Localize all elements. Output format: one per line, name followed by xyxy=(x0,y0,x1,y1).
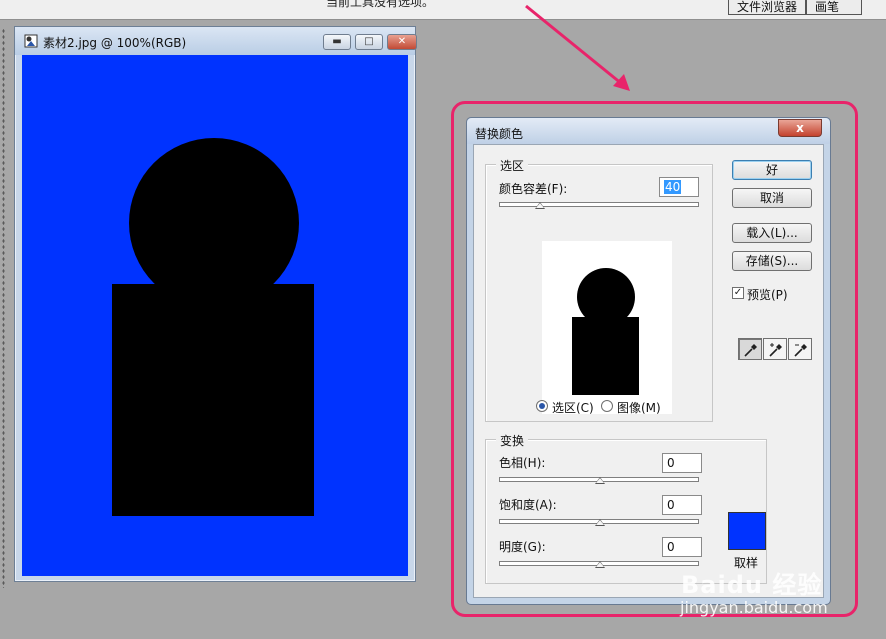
saturation-input[interactable]: 0 xyxy=(662,495,702,515)
fuzziness-input[interactable]: 40 xyxy=(659,177,699,197)
eyedropper-plus-icon[interactable] xyxy=(763,338,787,360)
load-button[interactable]: 载入(L)... xyxy=(732,223,812,243)
options-bar: 当前工具没有选项。 文件浏览器 画笔 xyxy=(0,0,886,20)
lightness-input[interactable]: 0 xyxy=(662,537,702,557)
preview-rectangle-shape xyxy=(572,317,639,395)
document-window: 素材2.jpg @ 100%(RGB) ▬ □ ✕ xyxy=(14,26,417,582)
palette-well: 文件浏览器 画笔 xyxy=(722,0,886,15)
image-canvas[interactable] xyxy=(22,55,408,576)
close-icon[interactable]: ✕ xyxy=(387,34,417,50)
dialog-title: 替换颜色 xyxy=(475,127,524,141)
hue-input[interactable]: 0 xyxy=(662,453,702,473)
eyedropper-tools xyxy=(738,338,814,362)
radio-image-label: 图像(M) xyxy=(617,401,661,415)
photoshop-document-icon xyxy=(24,34,38,48)
maximize-icon[interactable]: □ xyxy=(355,34,383,50)
preview-label: 预览(P) xyxy=(747,288,788,302)
saturation-slider[interactable] xyxy=(499,519,699,526)
fuzziness-slider-thumb[interactable] xyxy=(535,202,545,209)
lightness-label: 明度(G): xyxy=(499,540,546,554)
transform-group-legend: 变换 xyxy=(496,432,529,449)
tab-file-browser[interactable]: 文件浏览器 xyxy=(728,0,807,15)
fuzziness-slider[interactable] xyxy=(499,202,699,209)
fuzziness-label: 颜色容差(F): xyxy=(499,182,568,196)
document-title: 素材2.jpg @ 100%(RGB) xyxy=(43,36,187,50)
black-rectangle-shape xyxy=(112,284,314,516)
lightness-slider[interactable] xyxy=(499,561,699,568)
eyedropper-icon[interactable] xyxy=(738,338,762,360)
sample-color-swatch[interactable] xyxy=(728,512,766,550)
saturation-slider-thumb[interactable] xyxy=(595,519,605,526)
cancel-button[interactable]: 取消 xyxy=(732,188,812,208)
radio-selection-label: 选区(C) xyxy=(552,401,594,415)
hue-slider-thumb[interactable] xyxy=(595,477,605,484)
fuzziness-value: 40 xyxy=(664,180,682,194)
options-hint-text: 当前工具没有选项。 xyxy=(326,0,435,9)
selection-preview xyxy=(542,241,672,414)
selection-group: 选区 颜色容差(F): 40 选区(C) 图像(M) xyxy=(485,157,713,422)
document-titlebar[interactable]: 素材2.jpg @ 100%(RGB) ▬ □ ✕ xyxy=(15,27,417,55)
dialog-body: 选区 颜色容差(F): 40 选区(C) 图像(M) 好 取消 载入(L)...… xyxy=(473,144,824,598)
dialog-titlebar[interactable]: 替换颜色 x xyxy=(467,118,830,144)
preview-checkbox[interactable]: ✓ xyxy=(732,287,744,299)
radio-image[interactable] xyxy=(601,400,613,412)
saturation-label: 饱和度(A): xyxy=(499,498,557,512)
radio-selection[interactable] xyxy=(536,400,548,412)
dialog-close-icon[interactable]: x xyxy=(778,119,822,137)
replace-color-dialog: 替换颜色 x 选区 颜色容差(F): 40 选区(C) 图像(M) 好 取消 载… xyxy=(466,117,831,605)
minimize-icon[interactable]: ▬ xyxy=(323,34,351,50)
transform-group: 变换 色相(H): 0 饱和度(A): 0 明度(G): 0 xyxy=(485,432,767,584)
tab-brushes[interactable]: 画笔 xyxy=(806,0,863,15)
baidu-watermark-logo: Baidu 经验 xyxy=(681,571,823,599)
save-button[interactable]: 存储(S)... xyxy=(732,251,812,271)
watermark-url: jingyan.baidu.com xyxy=(680,598,828,617)
black-circle-shape xyxy=(129,138,299,308)
toolbar-edge-grip xyxy=(2,28,5,588)
ok-button[interactable]: 好 xyxy=(732,160,812,180)
annotation-arrow xyxy=(525,4,630,91)
hue-slider[interactable] xyxy=(499,477,699,484)
hue-label: 色相(H): xyxy=(499,456,546,470)
selection-group-legend: 选区 xyxy=(496,157,529,174)
lightness-slider-thumb[interactable] xyxy=(595,561,605,568)
eyedropper-minus-icon[interactable] xyxy=(788,338,812,360)
